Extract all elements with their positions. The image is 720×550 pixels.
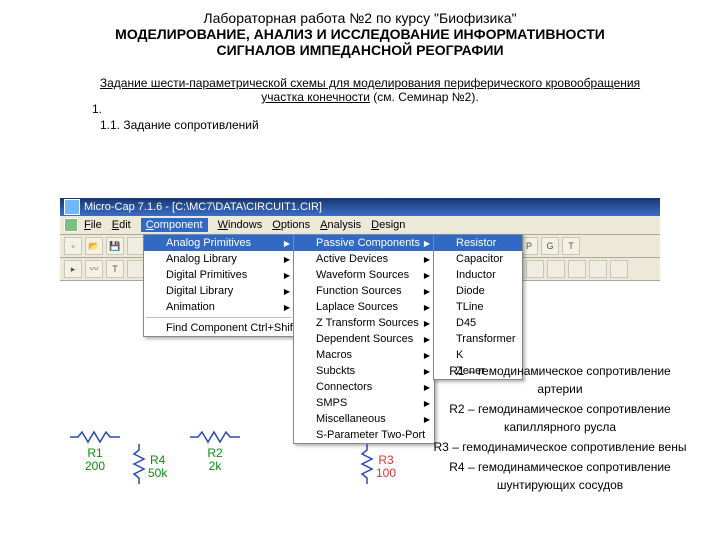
tool-resistor-icon[interactable]: 〰 xyxy=(85,260,103,278)
window-title: Micro-Cap 7.1.6 - [C:\MC7\DATA\CIRCUIT1.… xyxy=(84,201,322,213)
resistor-descriptions: R1 – гемодинамическое сопротивление арте… xyxy=(430,360,690,496)
title-bar: Micro-Cap 7.1.6 - [C:\MC7\DATA\CIRCUIT1.… xyxy=(60,198,660,216)
menu-item-connectors[interactable]: Connectors▶ xyxy=(294,379,434,395)
menu-item-smps[interactable]: SMPS▶ xyxy=(294,395,434,411)
tool-btn[interactable] xyxy=(589,260,607,278)
menu-options[interactable]: Options xyxy=(272,219,310,231)
menu-item-digital-primitives[interactable]: Digital Primitives▶ xyxy=(144,267,294,283)
resistor-v-icon xyxy=(132,444,146,484)
menu-item-d45[interactable]: D45 xyxy=(434,315,522,331)
tool-letter-g[interactable]: G xyxy=(541,237,559,255)
app-window: Micro-Cap 7.1.6 - [C:\MC7\DATA\CIRCUIT1.… xyxy=(60,198,660,281)
r4-description: R4 – гемодинамическое сопротивление шунт… xyxy=(430,458,690,494)
menu-item-passive-components[interactable]: Passive Components▶ xyxy=(294,235,434,251)
menu-item-laplace-sources[interactable]: Laplace Sources▶ xyxy=(294,299,434,315)
menu-windows[interactable]: Windows xyxy=(218,219,263,231)
menu-item-function-sources[interactable]: Function Sources▶ xyxy=(294,283,434,299)
r3-description: R3 – гемодинамическое сопротивление вены xyxy=(430,438,690,456)
menu-item-subckts[interactable]: Subckts▶ xyxy=(294,363,434,379)
title-line-2: МОДЕЛИРОВАНИЕ, АНАЛИЗ И ИССЛЕДОВАНИЕ ИНФ… xyxy=(0,26,720,42)
menu-item-active-devices[interactable]: Active Devices▶ xyxy=(294,251,434,267)
r3-label: R3100 xyxy=(376,454,396,480)
resistor-r4: R450k xyxy=(132,444,146,487)
menu-file[interactable]: File xyxy=(84,219,102,231)
subtask-text: 1.1. Задание сопротивлений xyxy=(100,118,720,132)
resistor-h-icon xyxy=(70,430,120,444)
r1-description: R1 – гемодинамическое сопротивление арте… xyxy=(430,362,690,398)
tool-btn[interactable] xyxy=(526,260,544,278)
menu-item-capacitor[interactable]: Capacitor xyxy=(434,251,522,267)
r2-description: R2 – гемодинамическое сопротивление капи… xyxy=(430,400,690,436)
title-line-3: СИГНАЛОВ ИМПЕДАНСНОЙ РЕОГРАФИИ xyxy=(0,42,720,58)
menu-separator xyxy=(146,317,292,318)
resistor-r3: R3100 xyxy=(360,444,374,487)
menu-item-analog-primitives[interactable]: Analog Primitives▶ xyxy=(144,235,294,251)
menu-component[interactable]: Component xyxy=(141,218,208,232)
doc-icon xyxy=(64,218,78,232)
analog-primitives-submenu: Passive Components▶ Active Devices▶ Wave… xyxy=(293,234,435,444)
menu-item-transformer[interactable]: Transformer xyxy=(434,331,522,347)
menu-bar: File Edit Component Windows Options Anal… xyxy=(60,216,660,235)
tool-new-icon[interactable]: ▫ xyxy=(64,237,82,255)
tool-btn[interactable] xyxy=(547,260,565,278)
menu-item-resistor[interactable]: Resistor xyxy=(434,235,522,251)
resistor-h-icon xyxy=(190,430,240,444)
menu-item-z-transform-sources[interactable]: Z Transform Sources▶ xyxy=(294,315,434,331)
resistor-v-icon xyxy=(360,444,374,484)
resistor-r2: R22k xyxy=(190,430,240,473)
menu-item-find-component[interactable]: Find Component Ctrl+Shift+F xyxy=(144,320,294,336)
menu-analysis[interactable]: Analysis xyxy=(320,219,361,231)
tool-letter-t[interactable]: T xyxy=(562,237,580,255)
task-number: 1. xyxy=(92,102,102,116)
menu-item-waveform-sources[interactable]: Waveform Sources▶ xyxy=(294,267,434,283)
menu-item-miscellaneous[interactable]: Miscellaneous▶ xyxy=(294,411,434,427)
menu-item-macros[interactable]: Macros▶ xyxy=(294,347,434,363)
r2-label: R22k xyxy=(190,447,240,473)
app-icon xyxy=(64,199,80,215)
menu-edit[interactable]: Edit xyxy=(112,219,131,231)
tool-text-icon[interactable]: T xyxy=(106,260,124,278)
resistor-r1: R1200 xyxy=(70,430,120,473)
document-title: Лабораторная работа №2 по курсу "Биофизи… xyxy=(0,10,720,58)
r4-label: R450k xyxy=(148,454,167,480)
r1-label: R1200 xyxy=(70,447,120,473)
menu-item-diode[interactable]: Diode xyxy=(434,283,522,299)
menu-design[interactable]: Design xyxy=(371,219,405,231)
menu-item-digital-library[interactable]: Digital Library▶ xyxy=(144,283,294,299)
tool-btn[interactable] xyxy=(610,260,628,278)
menu-item-animation[interactable]: Animation▶ xyxy=(144,299,294,315)
menu-item-inductor[interactable]: Inductor xyxy=(434,267,522,283)
title-line-1: Лабораторная работа №2 по курсу "Биофизи… xyxy=(0,10,720,26)
menu-item-s-parameter[interactable]: S-Parameter Two-Port xyxy=(294,427,434,443)
passive-components-submenu: Resistor Capacitor Inductor Diode TLine … xyxy=(433,234,523,380)
menu-item-tline[interactable]: TLine xyxy=(434,299,522,315)
tool-save-icon[interactable]: 💾 xyxy=(106,237,124,255)
tool-pointer-icon[interactable]: ▸ xyxy=(64,260,82,278)
tool-open-icon[interactable]: 📂 xyxy=(85,237,103,255)
menu-item-analog-library[interactable]: Analog Library▶ xyxy=(144,251,294,267)
task-tail: (см. Семинар №2). xyxy=(370,90,479,104)
task-text: Задание шести-параметрической схемы для … xyxy=(80,76,660,104)
tool-btn[interactable] xyxy=(568,260,586,278)
component-menu: Analog Primitives▶ Analog Library▶ Digit… xyxy=(143,234,295,337)
menu-item-dependent-sources[interactable]: Dependent Sources▶ xyxy=(294,331,434,347)
